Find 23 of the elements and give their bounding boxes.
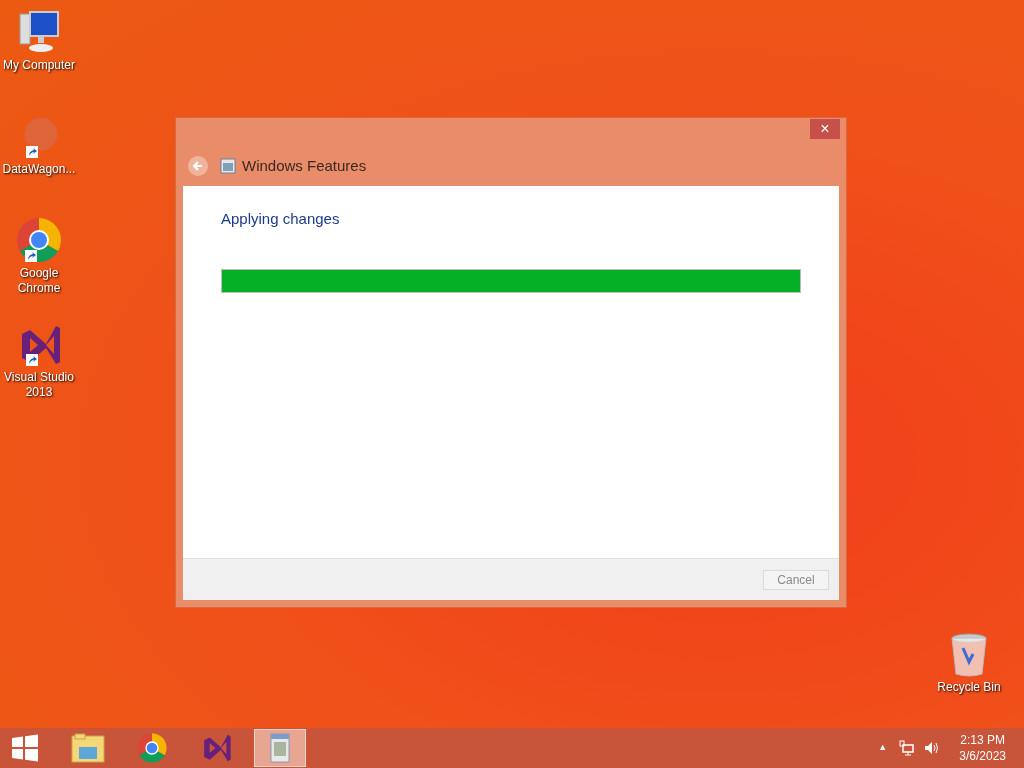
back-arrow-icon [192, 160, 204, 172]
clock-time[interactable]: 2:13 PM [960, 732, 1005, 748]
features-icon [267, 732, 293, 764]
network-icon[interactable] [899, 740, 916, 756]
window-title: Windows Features [242, 155, 367, 176]
clock-date[interactable]: 3/6/2023 [959, 748, 1006, 764]
volume-icon[interactable] [923, 740, 940, 756]
folder-icon [71, 733, 105, 763]
status-heading: Applying changes [221, 209, 341, 229]
recycle-bin-icon [949, 632, 989, 678]
chrome-icon [136, 732, 168, 764]
desktop-icon-label[interactable]: My Computer [3, 58, 75, 73]
desktop-icon-label[interactable]: DataWagon... [2, 162, 76, 177]
show-hidden-icons-button[interactable]: ▲ [878, 741, 888, 755]
close-button[interactable]: × [810, 119, 840, 139]
desktop-icon-label[interactable]: Google Chrome [0, 266, 78, 296]
desktop-icon-label[interactable]: Recycle Bin [937, 680, 1001, 695]
windows-logo-icon [11, 734, 39, 762]
taskbar-button[interactable] [254, 729, 306, 767]
back-button[interactable] [188, 156, 208, 176]
chrome-icon [15, 216, 63, 264]
features-icon [220, 158, 236, 174]
desktop-icon-label[interactable]: Visual Studio 2013 [0, 370, 78, 400]
